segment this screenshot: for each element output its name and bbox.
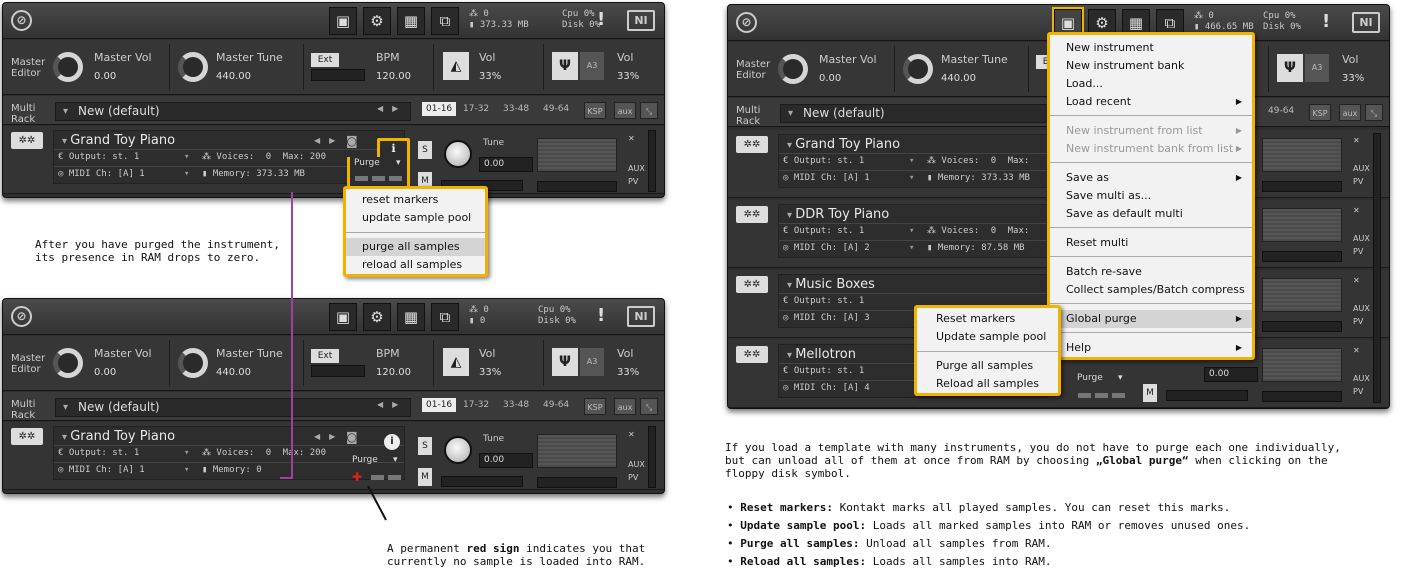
bullet-purge-all-samples: • Purge all samples: Unload all samples … [727, 537, 1052, 550]
global-purge-reload-all-samples[interactable]: Reload all samples [917, 375, 1058, 393]
level-meter [1262, 278, 1342, 312]
instrument-name[interactable]: Grand Toy Piano [787, 137, 900, 152]
level-meter [1262, 348, 1342, 382]
multi-rack-label: Multi Rack [736, 105, 761, 127]
menu-save-multi-as[interactable]: Save multi as... [1050, 187, 1252, 205]
bullet-reset-markers: • Reset markers: Kontakt marks all playe… [727, 501, 1231, 514]
volume-slider[interactable] [1262, 321, 1342, 332]
tuning-fork-icon[interactable]: Ψ [1277, 54, 1303, 82]
rack-scrollbar[interactable] [1373, 133, 1381, 403]
menu-new-instrument-bank[interactable]: New instrument bank [1050, 57, 1252, 75]
close-instrument-icon[interactable]: ✕ [1353, 206, 1360, 215]
menu-batch-resave[interactable]: Batch re-save [1050, 263, 1252, 281]
tuner-vol-label: Vol [1342, 53, 1359, 66]
instrument-settings-icon[interactable]: ✲✲ [736, 346, 768, 363]
caption-red-sign: A permanent red sign indicates you that … [387, 542, 646, 568]
global-purge-purge-all-samples[interactable]: Purge all samples [917, 357, 1058, 375]
menu-new-instrument-bank-from-list: New instrument bank from list ▶ [1066, 142, 1242, 155]
voice-ram-stat: ⁂ 0 ▮ 466.65 MB [1194, 11, 1254, 32]
aux-button[interactable]: aux [1339, 104, 1361, 121]
page-49-64[interactable]: 49-64 [1268, 106, 1294, 116]
pv-label[interactable]: PV [1353, 317, 1363, 326]
aux-label[interactable]: AUX [1353, 304, 1370, 313]
menu-collect-samples[interactable]: Collect samples/Batch compress [1050, 281, 1252, 299]
instrument-settings-icon[interactable]: ✲✲ [736, 276, 768, 293]
close-instrument-icon[interactable]: ✕ [1353, 276, 1360, 285]
menu-save-as-default-multi[interactable]: Save as default multi [1050, 205, 1252, 223]
master-tune-knob[interactable] [903, 54, 933, 84]
level-meter [1262, 138, 1342, 172]
menu-help[interactable]: Help ▶ [1050, 339, 1252, 357]
level-meter [1262, 208, 1342, 242]
collapse-icon[interactable]: ⤡ [1365, 104, 1383, 121]
instrument-settings-icon[interactable]: ✲✲ [736, 206, 768, 223]
close-instrument-icon[interactable]: ✕ [1353, 346, 1360, 355]
warning-icon[interactable]: ! [1322, 11, 1330, 32]
instrument-header: DDR Toy Piano € Output: st. 1 ▾ ⁂ Voices… [778, 204, 1048, 258]
master-tune-value: 440.00 [941, 73, 976, 84]
instrument-settings-icon[interactable]: ✲✲ [736, 136, 768, 153]
menu-global-purge[interactable]: Global purge ▶ [1050, 310, 1252, 328]
pan-slider[interactable] [1166, 390, 1248, 401]
menu-reset-multi[interactable]: Reset multi [1050, 234, 1252, 252]
tuner-vol-value: 33% [1342, 73, 1365, 84]
a3-button[interactable]: A3 [1305, 54, 1329, 82]
menu-save-as[interactable]: Save as ▶ [1050, 169, 1252, 187]
volume-slider[interactable] [1262, 391, 1342, 402]
caption-global-purge: If you load a template with many instrum… [725, 441, 1341, 480]
multi-name-field[interactable]: New (default) [780, 104, 1050, 123]
ni-logo[interactable]: NI [1352, 12, 1380, 33]
aux-label[interactable]: AUX [1353, 374, 1370, 383]
volume-slider[interactable] [1262, 181, 1342, 192]
master-tune-label: Master Tune [941, 53, 1008, 66]
ksp-button[interactable]: KSP [1309, 104, 1331, 121]
master-vol-label: Master Vol [819, 53, 877, 66]
aux-label[interactable]: AUX [1353, 164, 1370, 173]
kontakt-logo[interactable]: ⊘ [736, 12, 757, 33]
bullet-update-sample-pool: • Update sample pool: Loads all marked s… [727, 519, 1251, 532]
master-vol-value: 0.00 [819, 73, 842, 84]
bullet-reload-all-samples: • Reload all samples: Loads all samples … [727, 555, 1052, 568]
instrument-name[interactable]: Mellotron [787, 347, 856, 362]
menu-load[interactable]: Load... [1050, 75, 1252, 93]
instrument-header: Grand Toy Piano € Output: st. 1 ▾ ⁂ Voic… [778, 134, 1048, 188]
menu-new-instrument-from-list: New instrument from list ▶ [1066, 124, 1242, 137]
aux-label[interactable]: AUX [1353, 234, 1370, 243]
master-editor-label: Master Editor [736, 59, 771, 81]
instrument-name[interactable]: Music Boxes [787, 277, 875, 292]
pv-label[interactable]: PV [1353, 177, 1363, 186]
volume-slider[interactable] [1262, 251, 1342, 262]
mute-button[interactable]: M [1143, 384, 1157, 402]
master-vol-knob[interactable] [778, 54, 808, 84]
global-purge-reset-markers[interactable]: Reset markers [917, 310, 1058, 328]
close-instrument-icon[interactable]: ✕ [1353, 136, 1360, 145]
instrument-name[interactable]: DDR Toy Piano [787, 207, 889, 222]
file-menu: New instrument New instrument bank Load.… [1047, 32, 1255, 360]
menu-load-recent[interactable]: Load recent ▶ [1050, 93, 1252, 111]
tune-value[interactable]: 0.00 [1204, 367, 1258, 382]
global-purge-submenu: Reset markers Update sample pool Purge a… [914, 305, 1061, 396]
pv-label[interactable]: PV [1353, 387, 1363, 396]
purge-button[interactable]: Purge [1077, 373, 1103, 383]
cpu-disk-stat: Cpu 0% Disk 0% [1263, 11, 1301, 32]
menu-new-instrument[interactable]: New instrument [1050, 39, 1252, 57]
global-purge-update-sample-pool[interactable]: Update sample pool [917, 328, 1058, 346]
pv-label[interactable]: PV [1353, 247, 1363, 256]
